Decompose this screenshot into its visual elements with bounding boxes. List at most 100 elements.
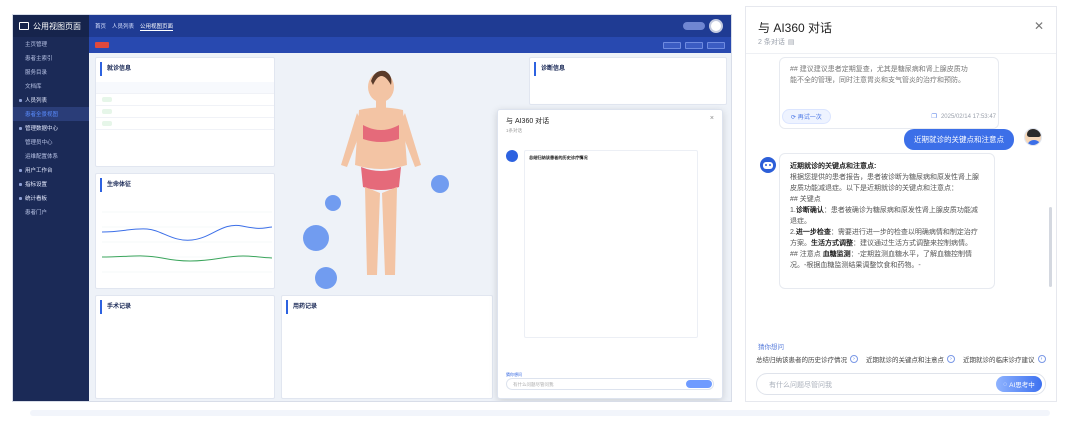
visit-panel-title: 就诊信息 — [100, 62, 274, 76]
answer-paragraph: 1.诊断确认：患者被确诊为糖尿病和原发性肾上腺皮质功能减退症。 — [790, 205, 984, 227]
body-figure — [281, 55, 481, 295]
sidebar-item[interactable]: 管理数据中心 — [13, 121, 89, 135]
sidebar-item-label: 管理数据中心 — [25, 126, 59, 132]
diagnosis-panel-title: 诊断信息 — [534, 62, 726, 76]
spinner-icon: ◌ — [1003, 380, 1008, 388]
vitals-panel: 生命体征 — [95, 173, 275, 289]
sidebar-item[interactable]: 患者门户 — [13, 205, 89, 219]
tab-home[interactable]: 首页 — [95, 22, 106, 30]
sidebar-item-label: 管理员中心 — [25, 140, 53, 146]
suggestion-chip[interactable]: 近期就诊的临床诊疗建议 › — [963, 354, 1046, 364]
diagnosis-panel: 诊断信息 — [529, 57, 727, 105]
arrow-right-icon: › — [850, 355, 858, 363]
patient-action-button[interactable] — [685, 41, 703, 49]
sidebar-item[interactable]: 患者主索引 — [13, 51, 89, 65]
copy-icon[interactable]: ❐ — [932, 113, 937, 120]
sidebar-item[interactable]: 指标设置 — [13, 177, 89, 191]
sidebar-item[interactable]: 用户工作台 — [13, 163, 89, 177]
tab-view[interactable]: 公用视图页面 — [140, 22, 174, 31]
suggestion-chip[interactable]: 总结归纳该患者的历史诊疗情况 › — [756, 354, 858, 364]
history-icon[interactable]: ▤ — [788, 38, 795, 46]
sidebar: 公用视图页面 主页管理患者主索引服务目录 文档库人员列表患者全景视图 管理数据中心管… — [13, 15, 89, 401]
sidebar-item[interactable]: 文档库 — [13, 79, 89, 93]
sidebar-item-label: 用户工作台 — [25, 168, 53, 174]
retry-button[interactable]: ⟳ 再试一次 — [782, 109, 831, 124]
answer-paragraph: ## 关键点 — [790, 196, 821, 203]
vitals-chart — [102, 211, 272, 273]
answer-meta: ❐ 2025/02/14 17:53:47 — [932, 113, 996, 121]
sidebar-item[interactable]: 患者全景视图 — [13, 107, 89, 121]
suggestion-list: 总结归纳该患者的历史诊疗情况 › 近期就诊的关键点和注意点 › 近期就诊的临床诊疗建… — [756, 354, 1046, 364]
patient-action-button[interactable] — [707, 41, 725, 49]
table-row — [96, 118, 274, 130]
timestamp: 2025/02/14 17:53:47 — [940, 113, 996, 120]
sidebar-item-label: 患者门户 — [25, 210, 48, 216]
answer-actions: ⟳ 再试一次 ❐ 2025/02/14 17:53:47 — [782, 109, 996, 124]
answer-bold: 血糖监测 — [822, 251, 851, 258]
menu-group-icon — [19, 126, 22, 130]
arrow-right-icon: › — [1037, 355, 1046, 363]
menu-group-icon — [19, 196, 22, 200]
organ-bubble[interactable] — [303, 225, 329, 251]
surgery-panel: 手术记录 — [95, 295, 275, 399]
close-icon[interactable]: ✕ — [1034, 19, 1044, 33]
answer-bold: 生活方式调整 — [811, 240, 853, 247]
human-body-illustration — [341, 70, 421, 275]
patient-bar — [89, 37, 731, 53]
organ-bubble[interactable] — [325, 195, 341, 211]
close-icon[interactable]: × — [710, 115, 714, 122]
monitor-icon — [19, 22, 29, 30]
sidebar-item-label: 运维配置体系 — [25, 154, 59, 160]
sidebar-item[interactable]: 管理员中心 — [13, 135, 89, 149]
vitals-series-green — [102, 255, 272, 262]
retry-label: 再试一次 — [797, 115, 822, 121]
sidebar-item[interactable]: 人员列表 — [13, 93, 89, 107]
mini-answer-heading: 总结归纳该患者的历史诊疗情况 — [529, 155, 588, 160]
conversation-count: 2 条对话 — [758, 39, 785, 46]
tab-people[interactable]: 人员列表 — [112, 22, 134, 30]
send-button[interactable]: ◌ AI思考中 — [996, 376, 1042, 392]
brand: 公用视图页面 — [13, 15, 89, 37]
answer-paragraph: 2.进一步检查：需要进行进一步的检查以明确病情和制定治疗方案。生活方式调整：建议… — [790, 227, 984, 249]
sidebar-item-label: 人员列表 — [25, 98, 48, 104]
vitals-series-blue — [102, 224, 272, 241]
chat-subtitle: 2 条对话 ▤ — [758, 37, 794, 47]
previous-answer-line: 能不全的管理，同时注意胃炎和支气管炎的治疗和预防。 — [790, 77, 965, 84]
status-badge — [102, 121, 112, 126]
menu-group-icon — [19, 182, 22, 186]
sidebar-item-label: 患者全景视图 — [25, 112, 59, 118]
organ-bubble[interactable] — [431, 175, 449, 193]
sidebar-item[interactable]: 主页管理 — [13, 37, 89, 51]
sidebar-item-label: 患者主索引 — [25, 56, 53, 62]
sidebar-item-label: 统计看板 — [25, 196, 48, 202]
top-navigation: 首页 人员列表 公用视图页面 — [89, 15, 731, 37]
suggestion-chip[interactable]: 近期就诊的关键点和注意点 › — [866, 354, 955, 364]
answer-paragraph: ## 注意点 血糖监测：-定期监测血糖水平，了解血糖控制情况。-根据血糖监测结果… — [790, 249, 984, 271]
organ-bubble[interactable] — [315, 267, 337, 289]
bottom-strip — [30, 410, 1050, 416]
user-message: 近期就诊的关键点和注意点 — [904, 129, 1014, 150]
robot-icon — [760, 157, 776, 173]
ai-answer-card: 近期就诊的关键点和注意点: 根据您提供的患者报告，患者被诊断为糖尿病和原发性肾上… — [779, 153, 995, 289]
avatar[interactable] — [709, 19, 723, 33]
sidebar-item-label: 主页管理 — [25, 42, 48, 48]
suggestion-text: 总结归纳该患者的历史诊疗情况 — [756, 357, 847, 364]
mini-answer-card: 总结归纳该患者的历史诊疗情况 — [524, 150, 698, 338]
status-badge — [102, 97, 112, 102]
scrollbar[interactable] — [1049, 207, 1052, 287]
patient-action-button[interactable] — [663, 41, 681, 49]
mini-send-button[interactable] — [686, 380, 712, 388]
visit-panel: 就诊信息 — [95, 57, 275, 167]
previous-answer-line: ## 建议建议患者定期复查，尤其是糖尿病和肾上腺皮质功 — [790, 66, 968, 73]
answer-text: ## 注意点 — [790, 251, 821, 258]
dashboard-screenshot: 公用视图页面 主页管理 患者主索引 服务目录 文档库 人员列表 患者全景视图 管理数据中心管… — [12, 14, 732, 402]
sidebar-item-label: 指标设置 — [25, 182, 48, 188]
notification-pill[interactable] — [683, 22, 705, 30]
sidebar-item[interactable]: 运维配置体系 — [13, 149, 89, 163]
chat-title: 与 AI360 对话 — [758, 21, 833, 35]
bot-avatar — [506, 150, 518, 162]
sidebar-item[interactable]: 服务目录 — [13, 65, 89, 79]
table-header — [96, 82, 274, 94]
mini-chat-input[interactable]: 有什么问题尽管问我 — [506, 378, 714, 390]
sidebar-item[interactable]: 统计看板 — [13, 191, 89, 205]
